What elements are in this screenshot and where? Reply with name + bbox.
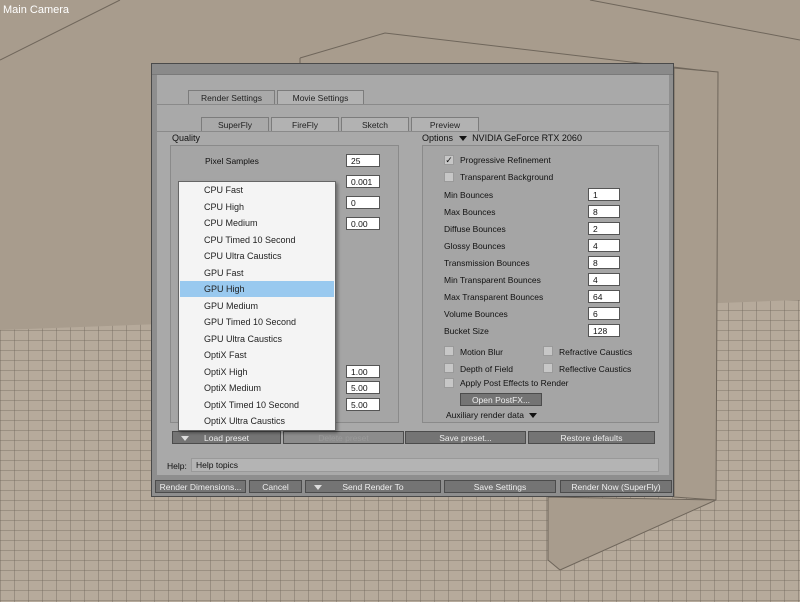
quality-field-6[interactable]: 5.00 — [346, 381, 380, 394]
send-render-to-button[interactable]: Send Render To — [305, 480, 441, 493]
help-label: Help: — [167, 461, 187, 471]
progressive-checkbox[interactable]: ✓ — [444, 155, 454, 165]
tab-movie-settings[interactable]: Movie Settings — [277, 90, 364, 104]
max-transparent-bounces-label: Max Transparent Bounces — [444, 292, 544, 302]
pixel-samples-label: Pixel Samples — [205, 156, 259, 166]
restore-defaults-button[interactable]: Restore defaults — [528, 431, 655, 444]
menu-item-gpu-timed[interactable]: GPU Timed 10 Second — [180, 314, 334, 330]
send-render-dropdown-icon — [314, 485, 322, 490]
menu-item-cpu-medium[interactable]: CPU Medium — [180, 215, 334, 231]
diffuse-bounces-label: Diffuse Bounces — [444, 224, 506, 234]
transmission-bounces-label: Transmission Bounces — [444, 258, 530, 268]
pixel-samples-field[interactable]: 25 — [346, 154, 380, 167]
options-title: Options NVIDIA GeForce RTX 2060 — [422, 133, 582, 143]
save-settings-button[interactable]: Save Settings — [444, 480, 556, 493]
send-render-to-label: Send Render To — [342, 482, 404, 492]
engine-tab-divider — [157, 131, 669, 132]
help-topics-field[interactable]: Help topics — [191, 458, 659, 472]
diffuse-bounces-field[interactable]: 2 — [588, 222, 620, 235]
depth-of-field-checkbox[interactable] — [444, 363, 454, 373]
glossy-bounces-label: Glossy Bounces — [444, 241, 506, 251]
load-preset-button[interactable]: Load preset — [172, 431, 281, 444]
min-bounces-field[interactable]: 1 — [588, 188, 620, 201]
menu-item-optix-fast[interactable]: OptiX Fast — [180, 347, 334, 363]
aux-data-expand-icon[interactable] — [529, 413, 538, 419]
transparent-bg-label: Transparent Background — [460, 172, 554, 182]
min-transparent-bounces-field[interactable]: 4 — [588, 273, 620, 286]
quality-field-2[interactable]: 0.001 — [346, 175, 380, 188]
menu-item-optix-medium[interactable]: OptiX Medium — [180, 380, 334, 396]
tab-superfly[interactable]: SuperFly — [201, 117, 269, 131]
quality-field-4[interactable]: 0.00 — [346, 217, 380, 230]
min-bounces-label: Min Bounces — [444, 190, 494, 200]
load-preset-dropdown-icon — [181, 436, 189, 441]
quality-field-5[interactable]: 1.00 — [346, 365, 380, 378]
options-title-label: Options — [422, 133, 454, 143]
motion-blur-label: Motion Blur — [460, 347, 503, 357]
tab-firefly[interactable]: FireFly — [271, 117, 339, 131]
quality-field-7[interactable]: 5.00 — [346, 398, 380, 411]
menu-item-cpu-timed[interactable]: CPU Timed 10 Second — [180, 232, 334, 248]
bucket-size-label: Bucket Size — [444, 326, 489, 336]
menu-item-gpu-fast[interactable]: GPU Fast — [180, 265, 334, 281]
max-bounces-label: Max Bounces — [444, 207, 496, 217]
menu-item-optix-timed[interactable]: OptiX Timed 10 Second — [180, 397, 334, 413]
menu-item-gpu-high[interactable]: GPU High — [180, 281, 334, 297]
max-bounces-field[interactable]: 8 — [588, 205, 620, 218]
menu-item-cpu-high[interactable]: CPU High — [180, 199, 334, 215]
transparent-bg-checkbox[interactable] — [444, 172, 454, 182]
render-now-button[interactable]: Render Now (SuperFly) — [560, 480, 672, 493]
menu-item-gpu-medium[interactable]: GPU Medium — [180, 298, 334, 314]
preset-menu: CPU Fast CPU High CPU Medium CPU Timed 1… — [178, 181, 336, 431]
refractive-caustics-label: Refractive Caustics — [559, 347, 633, 357]
depth-of-field-label: Depth of Field — [460, 364, 513, 374]
motion-blur-checkbox[interactable] — [444, 346, 454, 356]
bucket-size-field[interactable]: 128 — [588, 324, 620, 337]
menu-item-optix-high[interactable]: OptiX High — [180, 364, 334, 380]
volume-bounces-label: Volume Bounces — [444, 309, 508, 319]
aux-data-label: Auxiliary render data — [446, 410, 524, 420]
volume-bounces-field[interactable]: 6 — [588, 307, 620, 320]
max-transparent-bounces-field[interactable]: 64 — [588, 290, 620, 303]
progressive-label: Progressive Refinement — [460, 155, 551, 165]
menu-item-cpu-ultra[interactable]: CPU Ultra Caustics — [180, 248, 334, 264]
aux-data-toggle[interactable]: Auxiliary render data — [446, 410, 538, 420]
menu-item-gpu-ultra[interactable]: GPU Ultra Caustics — [180, 331, 334, 347]
tab-divider — [157, 104, 669, 105]
apply-postfx-checkbox[interactable] — [444, 378, 454, 388]
min-transparent-bounces-label: Min Transparent Bounces — [444, 275, 541, 285]
reflective-caustics-checkbox[interactable] — [543, 363, 553, 373]
camera-label: Main Camera — [3, 4, 70, 16]
refractive-caustics-checkbox[interactable] — [543, 346, 553, 356]
tab-preview[interactable]: Preview — [411, 117, 479, 131]
render-dimensions-button[interactable]: Render Dimensions... — [155, 480, 246, 493]
delete-preset-button[interactable]: Delete preset — [283, 431, 404, 444]
cancel-button[interactable]: Cancel — [249, 480, 302, 493]
device-name[interactable]: NVIDIA GeForce RTX 2060 — [472, 133, 582, 143]
transmission-bounces-field[interactable]: 8 — [588, 256, 620, 269]
reflective-caustics-label: Reflective Caustics — [559, 364, 632, 374]
device-dropdown-icon[interactable] — [458, 136, 467, 142]
quality-field-3[interactable]: 0 — [346, 196, 380, 209]
quality-title: Quality — [172, 133, 201, 143]
apply-postfx-label: Apply Post Effects to Render — [460, 378, 569, 388]
tab-sketch[interactable]: Sketch — [341, 117, 409, 131]
save-preset-button[interactable]: Save preset... — [405, 431, 526, 444]
tab-render-settings[interactable]: Render Settings — [188, 90, 275, 104]
menu-item-cpu-fast[interactable]: CPU Fast — [180, 182, 334, 198]
glossy-bounces-field[interactable]: 4 — [588, 239, 620, 252]
load-preset-label: Load preset — [204, 433, 249, 443]
open-postfx-button[interactable]: Open PostFX... — [460, 393, 542, 406]
menu-item-optix-ultra[interactable]: OptiX Ultra Caustics — [180, 413, 334, 429]
dialog-titlebar[interactable] — [152, 64, 673, 75]
